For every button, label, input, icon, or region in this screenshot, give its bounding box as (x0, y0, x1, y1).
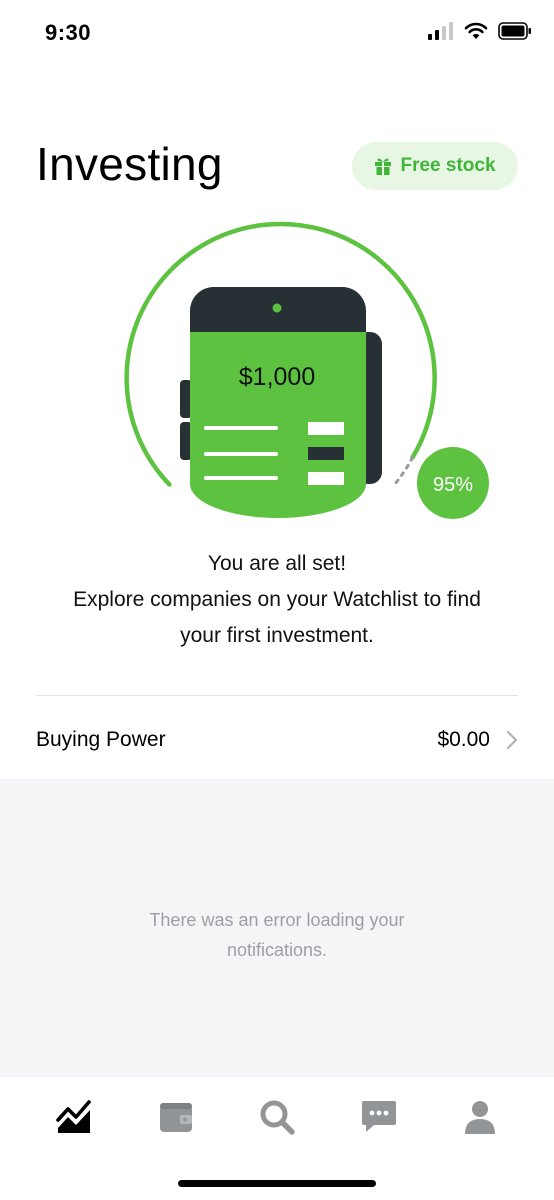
notifications-error-line-1: There was an error loading your (149, 910, 405, 930)
amount-label: $1,000 (239, 363, 315, 391)
tab-home[interactable] (54, 1097, 94, 1137)
buying-power-row[interactable]: Buying Power $0.00 (36, 712, 518, 768)
phone-camera (272, 303, 282, 313)
buying-power-value-group: $0.00 (437, 728, 518, 752)
status-icons (428, 22, 532, 40)
battery-icon (498, 22, 531, 40)
message-line-3: your first investment. (180, 624, 374, 647)
cellular-signal-icon (428, 22, 453, 40)
notifications-panel: There was an error loading your notifica… (0, 779, 554, 1077)
message-line-2: Explore companies on your Watchlist to f… (73, 588, 481, 611)
chart-icon (56, 1100, 91, 1133)
wifi-icon (464, 22, 488, 39)
messages-icon (362, 1101, 396, 1132)
header: Investing Free stock (36, 138, 518, 194)
gift-icon (375, 158, 392, 175)
free-stock-label: Free stock (400, 155, 496, 176)
tab-account-wallet[interactable] (156, 1097, 196, 1137)
notifications-error-line-2: notifications. (226, 940, 328, 960)
wallet-icon (160, 1103, 192, 1132)
chevron-right-icon (506, 730, 518, 750)
tab-profile[interactable] (460, 1097, 500, 1137)
progress-illustration: $1,000 95% (124, 221, 489, 519)
buying-power-value: $0.00 (437, 728, 490, 751)
home-indicator (178, 1180, 376, 1187)
message-line-1: You are all set! (207, 552, 347, 575)
tab-search[interactable] (257, 1097, 297, 1137)
status-bar: 9:30 (0, 0, 554, 70)
free-stock-button[interactable]: Free stock (352, 142, 518, 190)
progress-label: 95% (433, 474, 473, 496)
buying-power-label: Buying Power (36, 728, 166, 751)
account-icon (465, 1101, 495, 1134)
notifications-error: There was an error loading your notifica… (100, 905, 454, 965)
progress-arc-remaining (393, 456, 414, 486)
page-title: Investing (36, 138, 223, 190)
onboarding-message: You are all set! Explore companies on yo… (20, 546, 534, 654)
search-icon (260, 1100, 295, 1135)
divider (36, 695, 518, 696)
tab-messages[interactable] (359, 1097, 399, 1137)
status-time: 9:30 (45, 20, 92, 45)
